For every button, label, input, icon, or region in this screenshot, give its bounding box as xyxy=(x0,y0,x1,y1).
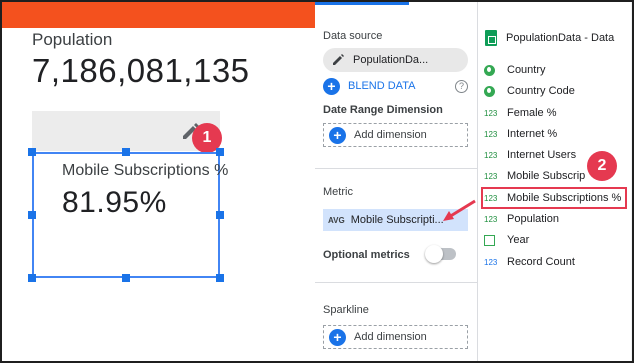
data-source-title: Data source xyxy=(323,30,383,42)
plus-circle-icon[interactable]: + xyxy=(323,77,340,95)
add-date-dimension[interactable]: + Add dimension xyxy=(323,123,468,147)
number-icon: 123 xyxy=(484,171,498,181)
blend-data-row[interactable]: + BLEND DATA ? xyxy=(323,76,468,96)
field-label: Country xyxy=(507,64,546,76)
annotation-badge-2: 2 xyxy=(587,151,617,181)
data-source-name: PopulationDa... xyxy=(353,54,429,66)
field-label: Female % xyxy=(507,107,557,119)
mobile-subscriptions-scorecard[interactable]: Mobile Subscriptions % 81.95% xyxy=(32,152,228,278)
population-scorecard[interactable]: Population 7,186,081,135 xyxy=(32,30,302,110)
scorecard-label: Population xyxy=(32,30,113,49)
section-divider xyxy=(315,168,477,169)
resize-handle-left[interactable] xyxy=(28,211,36,219)
metric-title: Metric xyxy=(323,186,353,198)
calendar-icon xyxy=(484,234,495,246)
field-label: Population xyxy=(507,213,559,225)
data-source-chip[interactable]: PopulationDa... xyxy=(323,48,468,72)
report-canvas: Population 7,186,081,135 1 Mobile Subscr… xyxy=(2,2,315,361)
data-source-title: PopulationData - Data xyxy=(506,32,615,44)
properties-panel: Data source PopulationDa... + BLEND DATA… xyxy=(315,2,477,361)
scorecard-value: 7,186,081,135 xyxy=(32,52,250,89)
annotation-highlight-box xyxy=(481,187,627,209)
globe-icon xyxy=(484,85,495,97)
resize-handle-right[interactable] xyxy=(216,211,224,219)
field-label: Record Count xyxy=(507,256,575,268)
google-sheets-icon xyxy=(485,30,497,46)
field-internet-pct[interactable]: 123 Internet % xyxy=(484,125,629,143)
field-label: Year xyxy=(507,234,530,246)
number-icon: 123 xyxy=(484,257,498,267)
edit-pencil-icon[interactable] xyxy=(331,53,345,67)
section-divider xyxy=(315,282,477,283)
resize-handle-top[interactable] xyxy=(122,148,130,156)
scorecard-label: Mobile Subscriptions % xyxy=(62,162,229,179)
resize-handle-top-right[interactable] xyxy=(216,148,224,156)
field-label: Mobile Subscrip xyxy=(507,170,586,182)
add-dimension-label: Add dimension xyxy=(354,129,427,141)
annotation-arrow xyxy=(443,199,476,221)
toggle-knob[interactable] xyxy=(425,245,443,263)
aggregation-badge[interactable]: AVG xyxy=(328,216,345,225)
field-country[interactable]: Country xyxy=(484,61,629,79)
resize-handle-top-left[interactable] xyxy=(28,148,36,156)
number-icon: 123 xyxy=(484,150,498,160)
plus-circle-icon[interactable]: + xyxy=(329,328,346,346)
add-sparkline-dimension[interactable]: + Add dimension xyxy=(323,325,468,349)
optional-metrics-title: Optional metrics xyxy=(323,249,410,261)
field-label: Internet % xyxy=(507,128,558,140)
field-label: Internet Users xyxy=(507,149,577,161)
field-record-count[interactable]: 123 Record Count xyxy=(484,253,629,271)
resize-handle-bottom[interactable] xyxy=(122,274,130,282)
number-icon: 123 xyxy=(484,129,498,139)
date-range-title: Date Range Dimension xyxy=(323,104,443,116)
sparkline-title: Sparkline xyxy=(323,304,369,316)
field-label: Country Code xyxy=(507,85,575,97)
field-year[interactable]: Year xyxy=(484,231,629,249)
globe-icon xyxy=(484,64,495,76)
metric-field-label: Mobile Subscripti... xyxy=(350,214,444,226)
screenshot-frame: Population 7,186,081,135 1 Mobile Subscr… xyxy=(0,0,634,363)
plus-circle-icon[interactable]: + xyxy=(329,126,346,144)
scorecard-value: 81.95% xyxy=(62,186,167,219)
resize-handle-bottom-left[interactable] xyxy=(28,274,36,282)
number-icon: 123 xyxy=(484,214,498,224)
field-female-pct[interactable]: 123 Female % xyxy=(484,104,629,122)
blend-data-button[interactable]: BLEND DATA xyxy=(348,80,415,92)
active-tab-indicator xyxy=(315,2,409,5)
header-color-bar xyxy=(2,2,315,28)
data-panel: PopulationData - Data Country Country Co… xyxy=(478,2,632,361)
add-dimension-label: Add dimension xyxy=(354,331,427,343)
field-country-code[interactable]: Country Code xyxy=(484,82,629,100)
number-icon: 123 xyxy=(484,108,498,118)
field-population[interactable]: 123 Population xyxy=(484,210,629,228)
resize-handle-bottom-right[interactable] xyxy=(216,274,224,282)
help-icon[interactable]: ? xyxy=(455,79,468,93)
